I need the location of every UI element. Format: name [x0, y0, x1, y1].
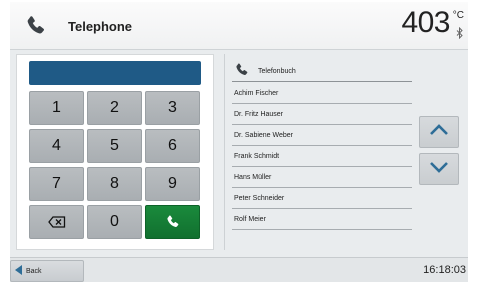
- triangle-left-icon: [15, 262, 22, 280]
- scroll-up-button[interactable]: [419, 116, 459, 148]
- backspace-icon: [47, 216, 66, 228]
- header-bar: Telephone 403 °C: [10, 2, 468, 50]
- bluetooth-icon: [456, 26, 464, 40]
- key-2[interactable]: 2: [87, 91, 142, 125]
- phonebook-header: Telefonbuch: [232, 60, 412, 82]
- call-button[interactable]: [145, 205, 200, 239]
- key-3[interactable]: 3: [145, 91, 200, 125]
- delete-button[interactable]: [29, 205, 84, 239]
- phone-icon: [165, 214, 181, 230]
- key-9[interactable]: 9: [145, 167, 200, 201]
- key-4[interactable]: 4: [29, 129, 84, 163]
- phone-icon: [24, 14, 48, 38]
- chevron-down-icon: [429, 160, 449, 178]
- contact-item[interactable]: Hans Müller: [232, 167, 412, 188]
- back-button[interactable]: Back: [10, 260, 84, 282]
- number-display: [29, 61, 201, 85]
- footer-bar: Back 16:18:03: [10, 257, 468, 282]
- contact-item[interactable]: Dr. Fritz Hauser: [232, 104, 412, 125]
- scroll-down-button[interactable]: [419, 153, 459, 185]
- chevron-up-icon: [429, 123, 449, 141]
- phone-icon: [234, 62, 250, 78]
- key-7[interactable]: 7: [29, 167, 84, 201]
- back-label: Back: [26, 267, 42, 275]
- contact-item[interactable]: Peter Schneider: [232, 188, 412, 209]
- contact-item[interactable]: Rolf Meier: [232, 209, 412, 230]
- temperature-readout: 403: [401, 6, 450, 39]
- contact-item[interactable]: Dr. Sabiene Weber: [232, 125, 412, 146]
- contact-item[interactable]: Frank Schmidt: [232, 146, 412, 167]
- key-0[interactable]: 0: [87, 205, 142, 239]
- dial-keypad: 1 2 3 4 5 6 7 8 9 0: [16, 54, 214, 250]
- key-5[interactable]: 5: [87, 129, 142, 163]
- phonebook-title: Telefonbuch: [258, 68, 296, 75]
- page-title: Telephone: [68, 19, 133, 34]
- key-1[interactable]: 1: [29, 91, 84, 125]
- clock: 16:18:03: [423, 264, 466, 276]
- key-8[interactable]: 8: [87, 167, 142, 201]
- key-6[interactable]: 6: [145, 129, 200, 163]
- telephone-screen: Telephone 403 °C 1 2 3 4 5 6 7 8 9 0 Tel…: [10, 2, 468, 282]
- panel-divider: [224, 54, 225, 250]
- contact-item[interactable]: Achim Fischer: [232, 83, 412, 104]
- temperature-unit: °C: [452, 10, 464, 21]
